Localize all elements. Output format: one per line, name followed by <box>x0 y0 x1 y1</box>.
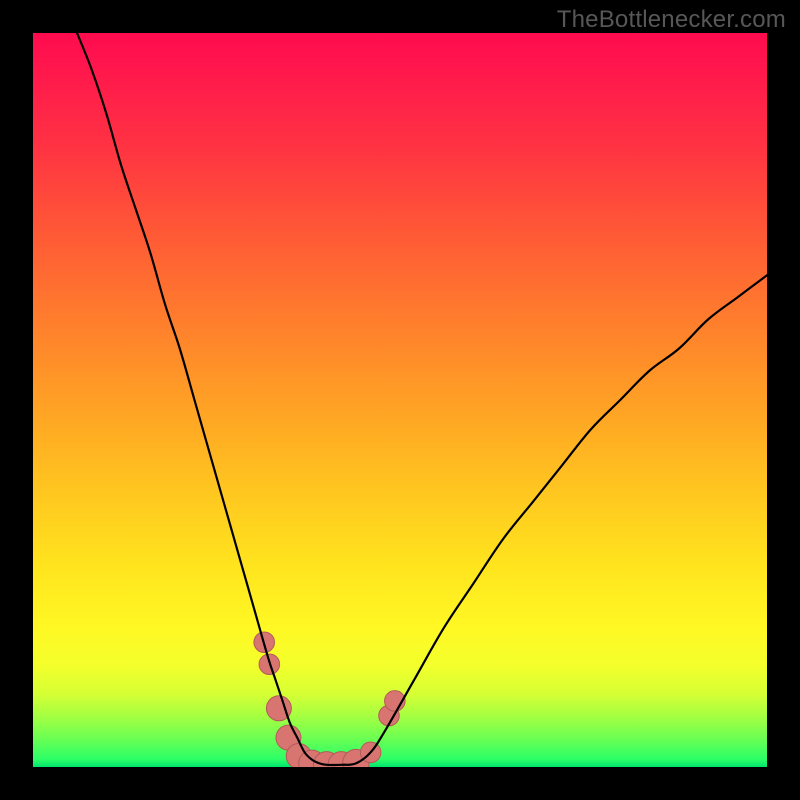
watermark-text: TheBottlenecker.com <box>557 6 786 34</box>
plot-area <box>33 33 767 767</box>
chart-frame: TheBottlenecker.com <box>0 0 800 800</box>
bottleneck-curve <box>33 33 767 767</box>
